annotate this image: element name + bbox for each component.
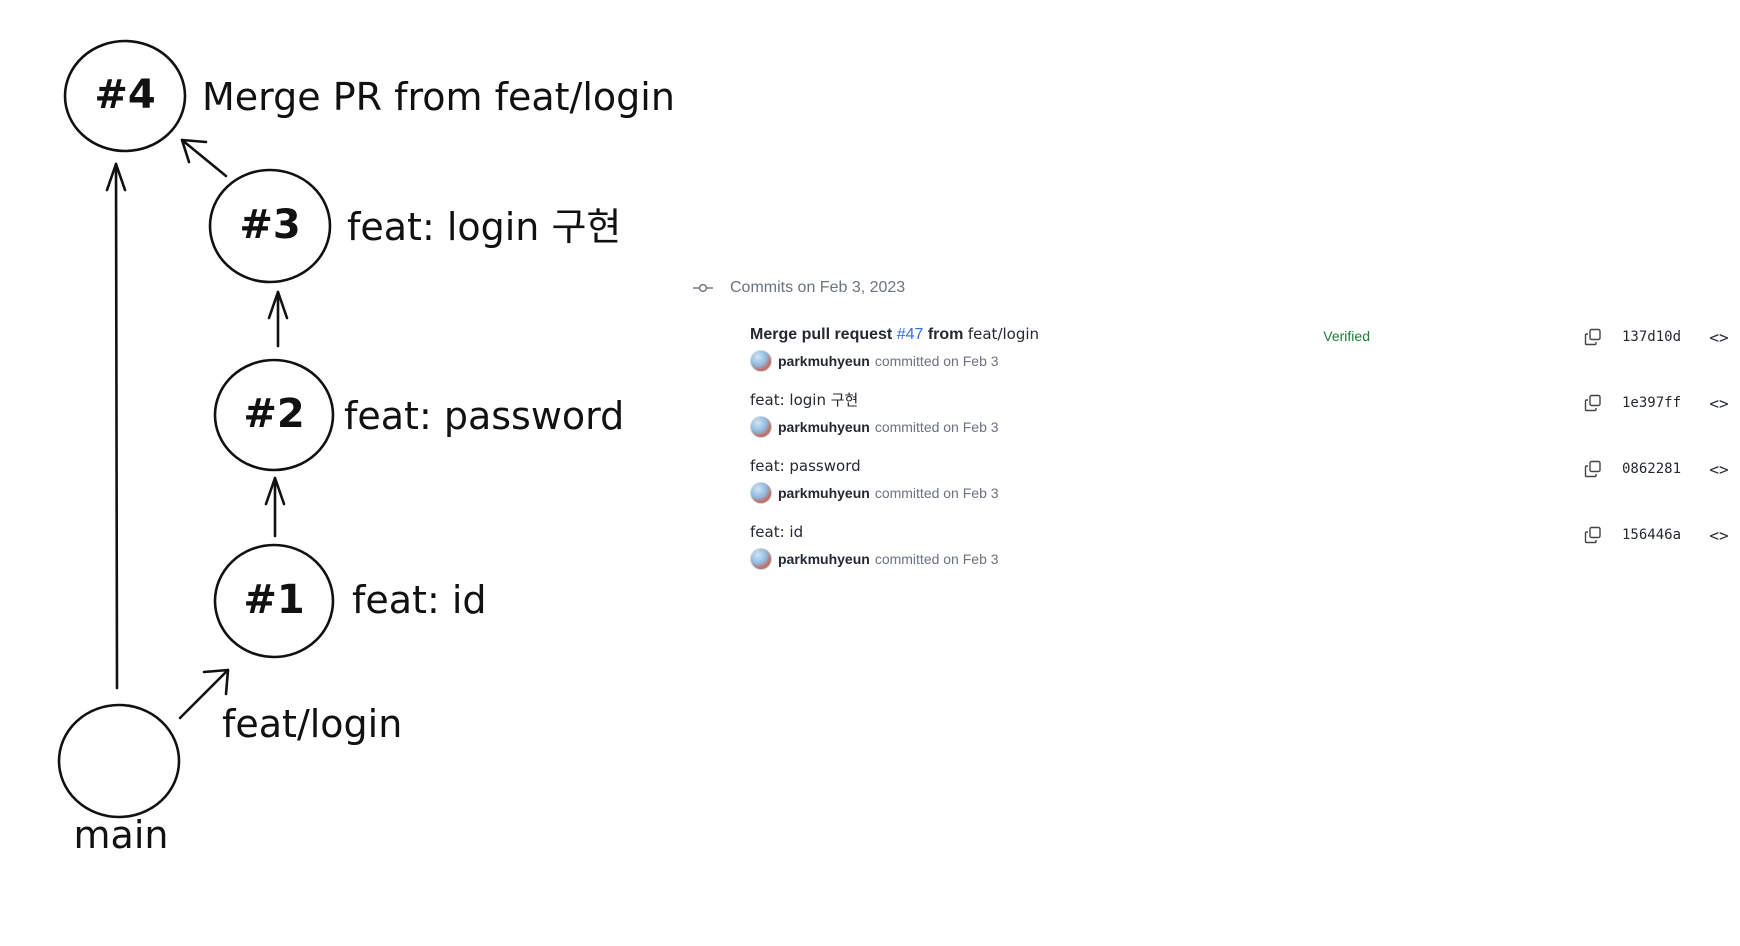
commit-date: committed on Feb 3 xyxy=(874,419,999,435)
verified-badge[interactable]: Verified xyxy=(1323,328,1370,344)
commit-sha[interactable]: 1e397ff xyxy=(1622,395,1686,411)
commit-date: committed on Feb 3 xyxy=(874,551,999,567)
node-label-3: #3 xyxy=(239,202,300,248)
copy-icon[interactable] xyxy=(1582,326,1604,348)
commit-row: feat: id parkmuhyeun committed on Feb 3 … xyxy=(750,522,1730,588)
code-browse-icon[interactable]: <> xyxy=(1708,460,1730,479)
arrow-main-to-4 xyxy=(105,162,127,690)
node-label-4: #4 xyxy=(94,72,155,118)
commit-meta: parkmuhyeun committed on Feb 3 xyxy=(750,415,1730,439)
commit-title-branch[interactable]: feat/login xyxy=(968,325,1039,343)
avatar[interactable] xyxy=(750,350,772,372)
arrow-3-to-4 xyxy=(180,138,228,178)
code-browse-icon[interactable]: <> xyxy=(1708,394,1730,413)
commit-author[interactable]: parkmuhyeun xyxy=(778,353,870,369)
commit-author[interactable]: parkmuhyeun xyxy=(778,551,870,567)
commit-sha[interactable]: 137d10d xyxy=(1622,329,1686,345)
commit-sha[interactable]: 0862281 xyxy=(1622,461,1686,477)
commit-meta: parkmuhyeun committed on Feb 3 xyxy=(750,349,1730,373)
copy-icon[interactable] xyxy=(1582,524,1604,546)
node-message-3: feat: login 구현 xyxy=(347,205,621,249)
commit-actions: 137d10d <> xyxy=(1582,324,1730,350)
arrow-2-to-3 xyxy=(267,290,289,348)
commit-title-suffix[interactable]: from xyxy=(923,326,967,343)
node-message-1: feat: id xyxy=(352,578,487,622)
arrow-main-to-1 xyxy=(178,668,230,720)
commit-sha[interactable]: 156446a xyxy=(1622,527,1686,543)
commit-actions: 156446a <> xyxy=(1582,522,1730,548)
commits-day-title: Commits on Feb 3, 2023 xyxy=(730,279,906,296)
commit-meta: parkmuhyeun committed on Feb 3 xyxy=(750,547,1730,571)
commit-date: committed on Feb 3 xyxy=(874,485,999,501)
commit-title-prefix[interactable]: Merge pull request xyxy=(750,326,897,343)
code-browse-icon[interactable]: <> xyxy=(1708,328,1730,347)
commit-history-panel: Commits on Feb 3, 2023 Merge pull reques… xyxy=(690,270,1730,588)
commit-row: Merge pull request #47 from feat/login p… xyxy=(750,324,1730,390)
feature-branch-label: feat/login xyxy=(222,702,402,746)
commit-author[interactable]: parkmuhyeun xyxy=(778,419,870,435)
git-commit-icon xyxy=(690,282,716,294)
commit-actions: 1e397ff <> xyxy=(1582,390,1730,416)
commit-actions: 0862281 <> xyxy=(1582,456,1730,482)
commit-meta: parkmuhyeun committed on Feb 3 xyxy=(750,481,1730,505)
avatar[interactable] xyxy=(750,482,772,504)
commit-author[interactable]: parkmuhyeun xyxy=(778,485,870,501)
commits-day-header: Commits on Feb 3, 2023 xyxy=(690,270,1730,306)
commit-row: feat: password parkmuhyeun committed on … xyxy=(750,456,1730,522)
main-branch-label: main xyxy=(74,813,169,857)
main-node xyxy=(57,703,181,819)
copy-icon[interactable] xyxy=(1582,392,1604,414)
git-graph-diagram: #4 #3 #2 #1 Merge PR from feat/login fea… xyxy=(57,39,675,857)
commit-row: feat: login 구현 parkmuhyeun committed on … xyxy=(750,390,1730,456)
node-label-1: #1 xyxy=(243,577,304,623)
commit-date: committed on Feb 3 xyxy=(874,353,999,369)
commit-list: Merge pull request #47 from feat/login p… xyxy=(750,324,1730,588)
pull-request-link[interactable]: #47 xyxy=(897,326,924,343)
avatar[interactable] xyxy=(750,548,772,570)
node-label-2: #2 xyxy=(243,391,304,437)
node-message-2: feat: password xyxy=(344,394,624,438)
node-message-4: Merge PR from feat/login xyxy=(202,75,675,119)
arrow-1-to-2 xyxy=(264,476,286,538)
avatar[interactable] xyxy=(750,416,772,438)
copy-icon[interactable] xyxy=(1582,458,1604,480)
code-browse-icon[interactable]: <> xyxy=(1708,526,1730,545)
